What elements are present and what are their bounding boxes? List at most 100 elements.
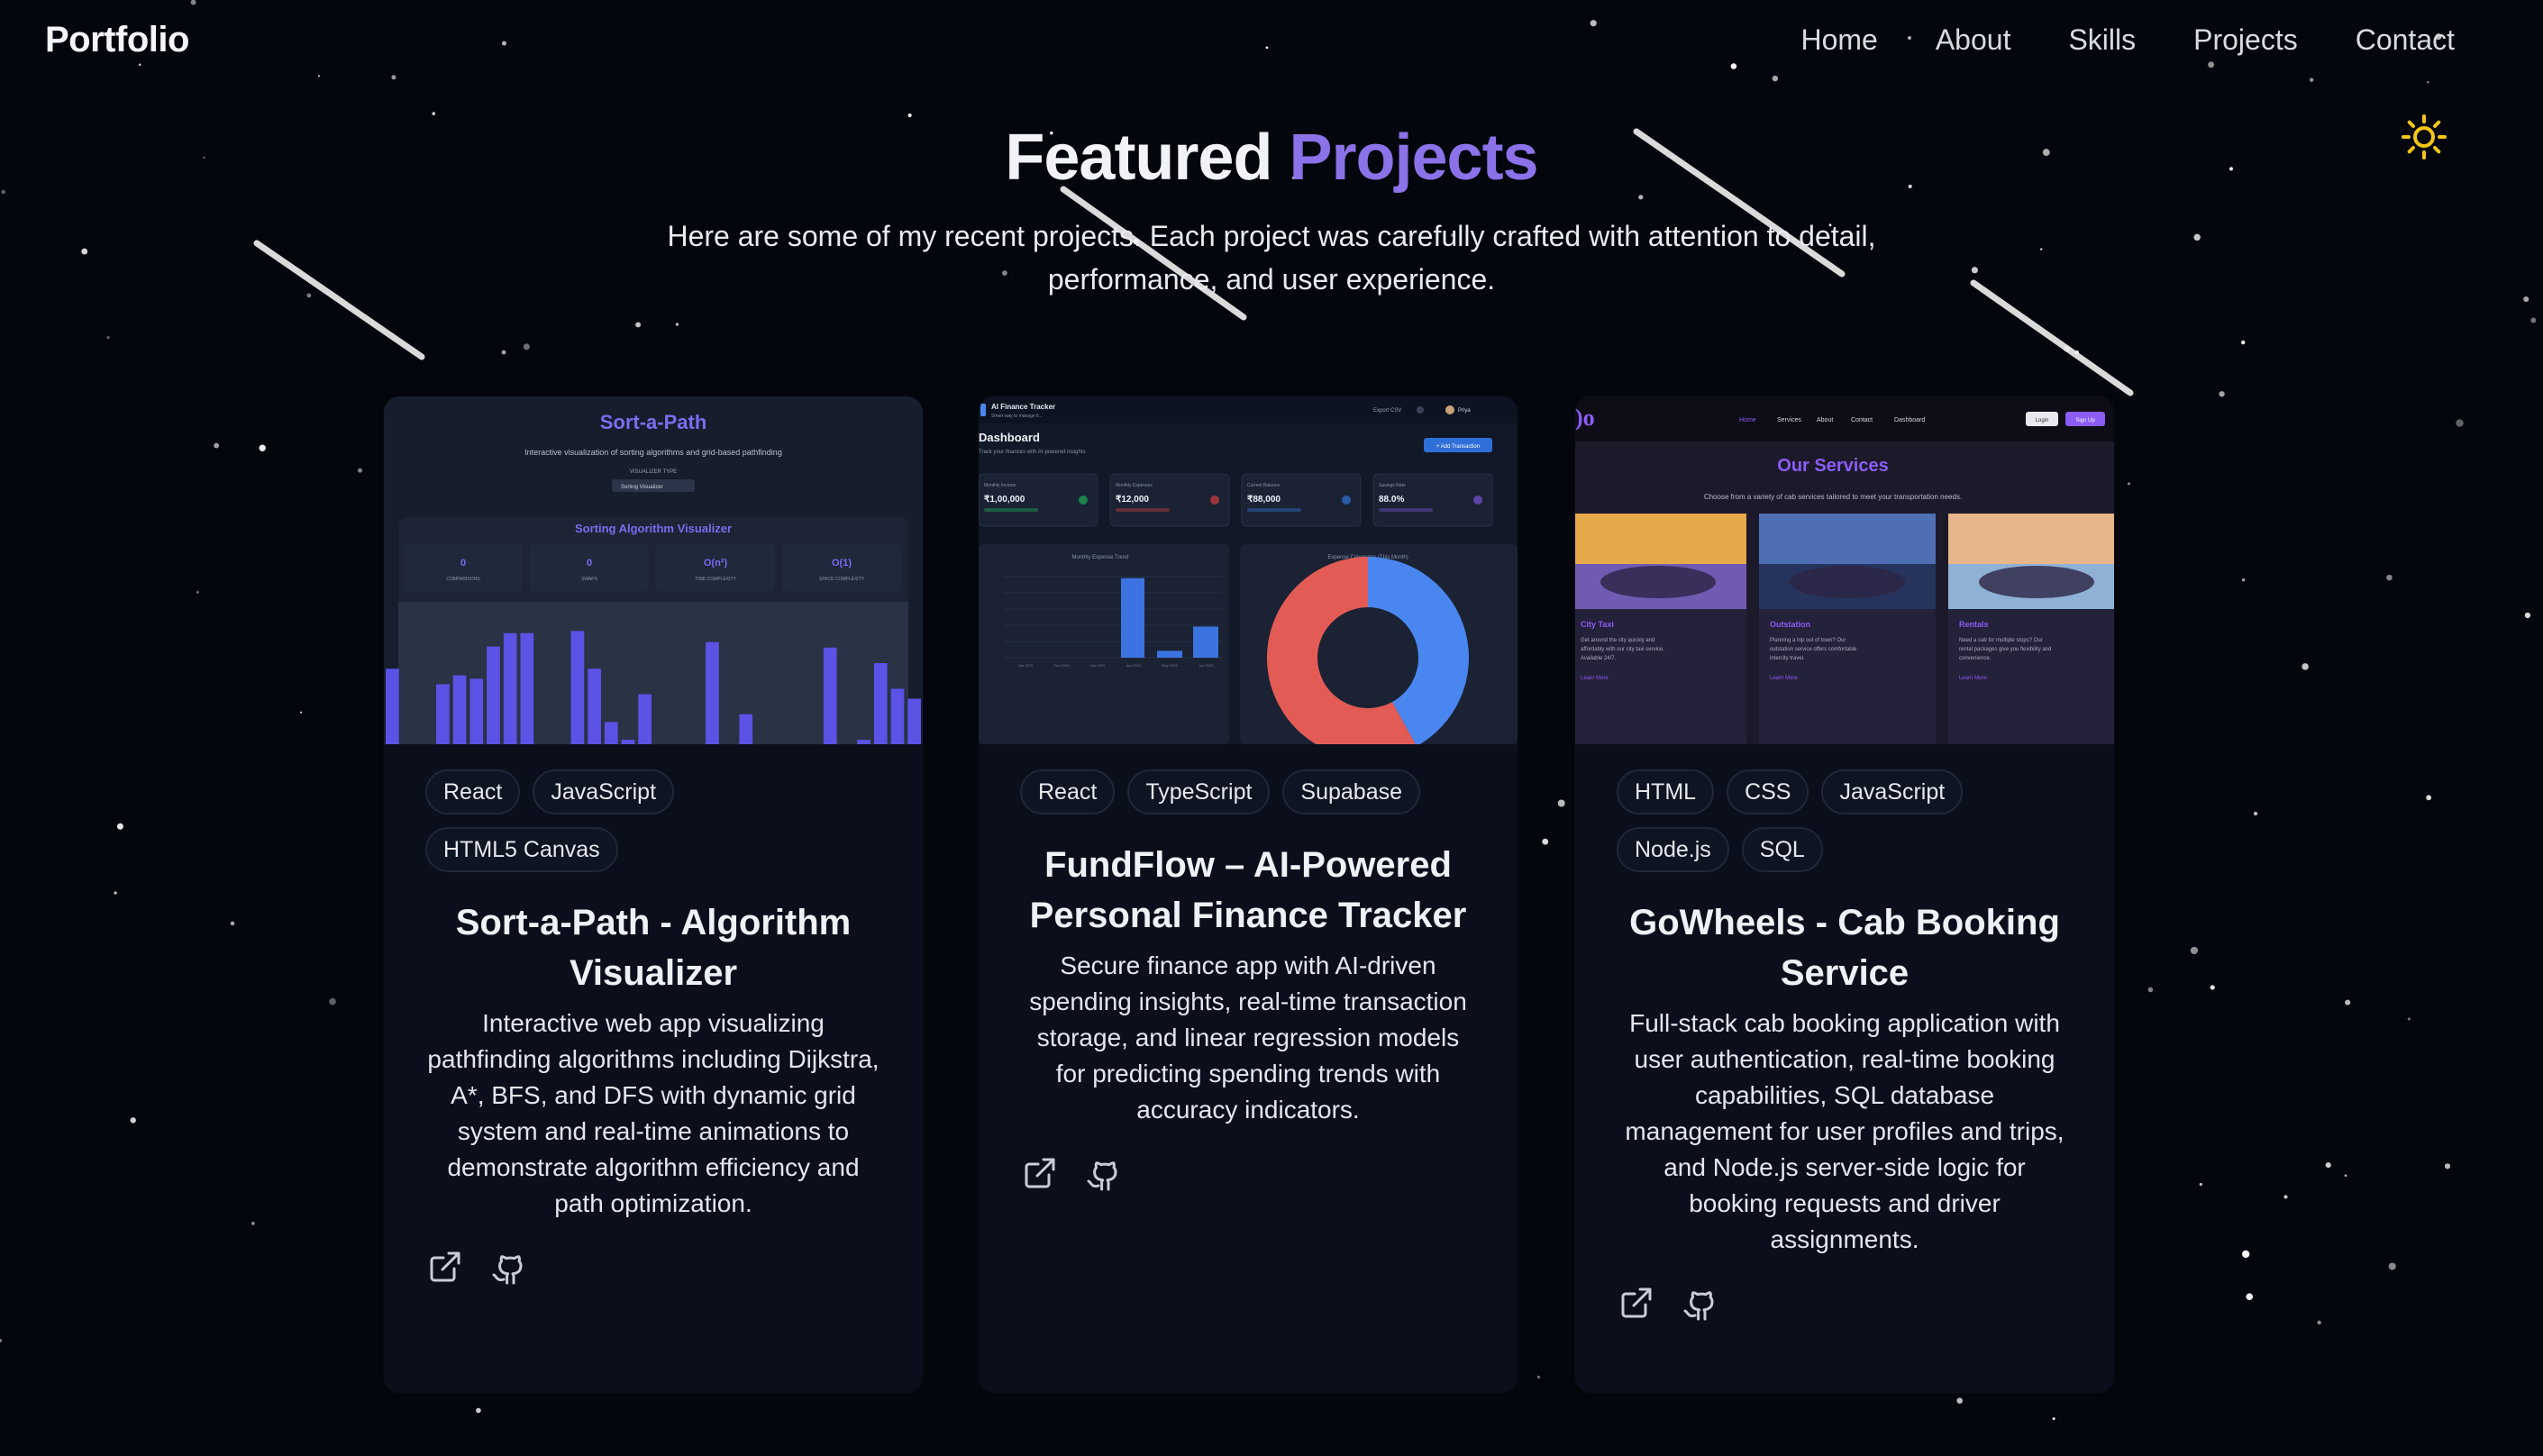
project-card-body: React TypeScript Supabase FundFlow – AI-… <box>979 744 1518 1393</box>
preview-heading-sub: Track your finances with AI-powered insi… <box>979 450 1086 455</box>
finance-stat-label: Monthly Expenses <box>1116 483 1153 488</box>
star <box>635 322 642 328</box>
star <box>2241 578 2246 582</box>
star <box>2456 419 2464 427</box>
array-bar <box>823 647 837 744</box>
project-card-gowheels: )o Home Services About Contact Dashboard Log… <box>1575 396 2114 1393</box>
preview-app-tag: Smart way to manage it... <box>991 414 1043 419</box>
array-bar <box>706 642 719 744</box>
projects-header: Featured Projects Here are some of my re… <box>0 121 2543 301</box>
star <box>116 823 123 830</box>
array-bar <box>907 698 921 744</box>
array-bar <box>487 646 500 744</box>
trend-month: Jun 2025 <box>1199 663 1214 668</box>
array-bar <box>386 669 399 744</box>
stat-value: 0 <box>587 558 592 569</box>
star <box>2325 1162 2331 1169</box>
finance-stat-value: ₹1,00,000 <box>984 495 1025 505</box>
star <box>251 1221 255 1225</box>
trend-month: Feb 2025 <box>1054 663 1071 668</box>
array-bar <box>604 722 618 744</box>
array-bar <box>469 678 484 744</box>
service-text: affordably with our city taxi service. <box>1581 647 1664 652</box>
project-card-body: HTML CSS JavaScript Node.js SQL GoWheels… <box>1575 744 2114 1393</box>
external-link-icon <box>1025 1158 1055 1188</box>
preview-add-button: + Add Transaction <box>1436 444 1480 450</box>
star <box>2407 1017 2411 1021</box>
preview-signup: Sign Up <box>2075 418 2095 423</box>
trend-month: Jan 2025 <box>1018 663 1034 668</box>
tech-tag: React <box>1020 769 1116 814</box>
github-link[interactable] <box>1085 1155 1121 1191</box>
array-bar <box>890 688 905 744</box>
github-icon <box>492 1255 523 1285</box>
preview-user: Priya <box>1458 408 1471 414</box>
github-link[interactable] <box>490 1249 526 1285</box>
array-bar <box>503 632 517 744</box>
nav-link-projects[interactable]: Projects <box>2193 23 2298 57</box>
star <box>476 1407 481 1414</box>
star <box>675 323 679 326</box>
preview-nav-item: Home <box>1739 417 1756 423</box>
star <box>523 343 530 350</box>
star <box>432 112 436 116</box>
star <box>196 590 199 594</box>
service-cta: Learn More <box>1581 676 1609 681</box>
star <box>0 1339 3 1342</box>
project-preview-image[interactable]: AI Finance Tracker Smart way to manage i… <box>979 396 1518 744</box>
logo[interactable]: Portfolio <box>45 20 189 60</box>
github-link[interactable] <box>1682 1285 1718 1321</box>
project-preview-image[interactable]: )o Home Services About Contact Dashboard Log… <box>1575 396 2114 744</box>
nav-link-skills[interactable]: Skills <box>2068 23 2136 57</box>
trend-month: May 2025 <box>1162 663 1178 668</box>
tech-tag: HTML <box>1617 769 1715 814</box>
service-text: rental packages give you flexibility and <box>1959 647 2051 652</box>
star <box>214 442 220 449</box>
trend-bar <box>1121 578 1144 658</box>
star <box>329 997 336 1006</box>
star <box>2210 985 2215 990</box>
external-link-icon <box>1621 1288 1652 1318</box>
finance-stat-label: Monthly Income <box>984 483 1016 488</box>
preview-export: Export CSV <box>1373 408 1401 414</box>
tech-tag: Supabase <box>1282 769 1421 814</box>
project-description: Interactive web app visualizing pathfind… <box>427 1009 880 1217</box>
star <box>2524 612 2531 619</box>
svg-text:)o: )o <box>1575 405 1595 431</box>
project-card-body: React JavaScript HTML5 Canvas Sort-a-Pat… <box>384 744 923 1393</box>
star <box>2386 574 2393 581</box>
github-icon <box>1683 1291 1714 1321</box>
preview-title: Sort-a-Path <box>600 411 707 433</box>
trend-title: Monthly Expense Trend <box>1071 555 1128 560</box>
preview-type-label: VISUALIZER TYPE <box>630 469 677 475</box>
star <box>2283 1195 2288 1199</box>
star <box>907 113 912 118</box>
star <box>259 444 266 452</box>
service-text: Get around the city quickly and <box>1581 638 1654 643</box>
nav-link-contact[interactable]: Contact <box>2356 23 2455 57</box>
live-demo-link[interactable] <box>1022 1155 1058 1191</box>
star <box>2317 1320 2321 1325</box>
live-demo-link[interactable] <box>1618 1285 1654 1321</box>
finance-stat-label: Savings Rate <box>1379 483 1406 488</box>
service-text: intercity travel. <box>1770 656 1805 661</box>
preview-nav-item: Contact <box>1851 417 1873 423</box>
stat-value: 0 <box>460 558 466 569</box>
finance-stat-value: ₹88,000 <box>1247 495 1281 505</box>
service-name: City Taxi <box>1581 620 1614 629</box>
nav-link-home[interactable]: Home <box>1800 23 1877 57</box>
tech-tag: JavaScript <box>533 769 675 814</box>
project-preview-image[interactable]: Sort-a-Path Interactive visualization of… <box>384 396 923 744</box>
live-demo-link[interactable] <box>427 1249 463 1285</box>
github-icon <box>1087 1161 1117 1191</box>
project-card-sort-a-path: Sort-a-Path Interactive visualization of… <box>384 396 923 1393</box>
star <box>106 335 110 340</box>
title-part-featured: Featured <box>1005 122 1272 194</box>
finance-stat-value: 88.0% <box>1379 495 1404 505</box>
nav-link-about[interactable]: About <box>1936 23 2011 57</box>
tech-tag: JavaScript <box>1821 769 1964 814</box>
star <box>1542 838 1549 845</box>
gowheels-preview: )o Home Services About Contact Dashboard Log… <box>1575 396 2114 744</box>
project-description: Full-stack cab booking application with … <box>1625 1009 2064 1253</box>
star <box>501 350 506 355</box>
